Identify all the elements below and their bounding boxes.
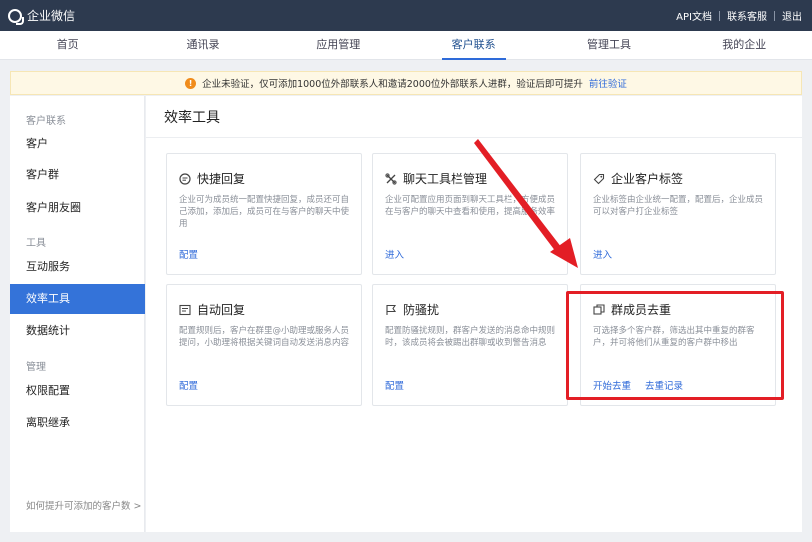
sidebar-item-efficiency-tools[interactable]: 效率工具 bbox=[10, 284, 145, 314]
card-description: 企业可为成员统一配置快捷回复，成员还可自己添加，添加后，成员可在与客户的聊天中使… bbox=[179, 195, 350, 229]
sidebar-group-tools: 工具 bbox=[26, 238, 46, 249]
sidebar-item-permissions[interactable]: 权限配置 bbox=[10, 376, 145, 406]
sidebar-item-resignation-inheritance[interactable]: 离职继承 bbox=[10, 408, 145, 438]
sidebar: 客户联系 客户 客户群 客户朋友圈 工具 互动服务 效率工具 数据统计 管理 权… bbox=[10, 96, 145, 532]
main-panel: 效率工具 快捷回复 企业可为成员统一配置快捷回复，成员还可自己添加，添加后，成员… bbox=[146, 96, 802, 532]
enter-button[interactable]: 进入 bbox=[385, 247, 404, 261]
flag-icon bbox=[386, 304, 397, 315]
card-title: 聊天工具栏管理 bbox=[403, 172, 488, 186]
card-title: 群成员去重 bbox=[611, 303, 672, 317]
nav-management-tools[interactable]: 管理工具 bbox=[541, 31, 676, 59]
top-bar: 企业微信 API文档 联系客服 退出 bbox=[0, 0, 812, 31]
divider bbox=[774, 10, 775, 21]
dedupe-history-button[interactable]: 去重记录 bbox=[645, 378, 683, 392]
sidebar-item-statistics[interactable]: 数据统计 bbox=[10, 316, 145, 346]
tag-icon bbox=[593, 173, 605, 184]
sidebar-item-customers[interactable]: 客户 bbox=[10, 129, 145, 159]
wework-logo-icon bbox=[8, 8, 24, 25]
divider bbox=[146, 137, 802, 138]
card-title: 自动回复 bbox=[197, 303, 246, 317]
divider bbox=[719, 10, 720, 21]
sidebar-group-management: 管理 bbox=[26, 362, 46, 373]
card-header: 企业客户标签 bbox=[593, 170, 683, 187]
card-title: 企业客户标签 bbox=[611, 172, 684, 186]
card-auto-reply: 自动回复 配置规则后，客户在群里@小助理或服务人员提问，小助理将根据关键词自动发… bbox=[166, 284, 362, 406]
brand[interactable]: 企业微信 bbox=[8, 7, 76, 25]
warning-icon: ! bbox=[185, 77, 197, 89]
brand-name: 企业微信 bbox=[27, 9, 76, 23]
notice-text: 企业未验证，仅可添加1000位外部联系人和邀请2000位外部联系人进群，验证后即… bbox=[202, 79, 583, 90]
tool-icon bbox=[385, 172, 397, 185]
card-description: 企业标签由企业统一配置，配置后，企业成员可以对客户打企业标签 bbox=[593, 195, 764, 217]
sidebar-group-customer-contact: 客户联系 bbox=[26, 116, 66, 127]
card-title: 快捷回复 bbox=[197, 172, 246, 186]
sidebar-item-customer-groups[interactable]: 客户群 bbox=[10, 160, 145, 190]
chat-bubble-icon bbox=[179, 172, 191, 185]
nav-customer-contact[interactable]: 客户联系 bbox=[406, 31, 541, 60]
configure-button[interactable]: 配置 bbox=[179, 247, 198, 261]
card-description: 企业可配置应用页面到聊天工具栏，方便成员在与客户的聊天中查看和使用，提高服务效率 bbox=[385, 195, 556, 217]
configure-button[interactable]: 配置 bbox=[385, 378, 404, 392]
card-description: 配置防骚扰规则，群客户发送的消息命中规则时，该成员将会被踢出群聊或收到警告消息 bbox=[385, 326, 556, 348]
card-header: 快捷回复 bbox=[179, 170, 245, 187]
sidebar-item-moments[interactable]: 客户朋友圈 bbox=[10, 193, 145, 223]
card-description: 可选择多个客户群，筛选出其中重复的群客户，并可将他们从重复的客户群中移出 bbox=[593, 326, 755, 348]
top-links: API文档 联系客服 退出 bbox=[676, 8, 802, 23]
page-title: 效率工具 bbox=[164, 110, 220, 126]
card-chat-toolbar: 聊天工具栏管理 企业可配置应用页面到聊天工具栏，方便成员在与客户的聊天中查看和使… bbox=[372, 153, 568, 275]
card-title: 防骚扰 bbox=[403, 303, 440, 317]
card-header: 防骚扰 bbox=[385, 301, 439, 318]
nav-my-company[interactable]: 我的企业 bbox=[677, 31, 812, 59]
card-group-member-dedupe: 群成员去重 可选择多个客户群，筛选出其中重复的群客户，并可将他们从重复的客户群中… bbox=[580, 284, 776, 406]
main-nav: 首页 通讯录 应用管理 客户联系 管理工具 我的企业 bbox=[0, 31, 812, 60]
contact-support-link[interactable]: 联系客服 bbox=[727, 8, 767, 23]
nav-apps[interactable]: 应用管理 bbox=[271, 31, 406, 59]
card-customer-tags: 企业客户标签 企业标签由企业统一配置，配置后，企业成员可以对客户打企业标签 进入 bbox=[580, 153, 776, 275]
auto-reply-icon bbox=[179, 304, 191, 315]
card-description: 配置规则后，客户在群里@小助理或服务人员提问，小助理将根据关键词自动发送消息内容 bbox=[179, 326, 350, 348]
configure-button[interactable]: 配置 bbox=[179, 378, 198, 392]
sidebar-item-interactive-service[interactable]: 互动服务 bbox=[10, 252, 145, 282]
logout-link[interactable]: 退出 bbox=[782, 8, 802, 23]
nav-contacts[interactable]: 通讯录 bbox=[135, 31, 270, 59]
api-docs-link[interactable]: API文档 bbox=[676, 8, 712, 23]
card-quick-reply: 快捷回复 企业可为成员统一配置快捷回复，成员还可自己添加，添加后，成员可在与客户… bbox=[166, 153, 362, 275]
dedupe-icon bbox=[593, 303, 605, 315]
sidebar-footer-link[interactable]: 如何提升可添加的客户数 > bbox=[26, 498, 141, 512]
start-dedupe-button[interactable]: 开始去重 bbox=[593, 378, 631, 392]
verify-link[interactable]: 前往验证 bbox=[589, 76, 627, 90]
enter-button[interactable]: 进入 bbox=[593, 247, 612, 261]
card-header: 群成员去重 bbox=[593, 301, 671, 318]
nav-home[interactable]: 首页 bbox=[0, 31, 135, 59]
card-anti-harassment: 防骚扰 配置防骚扰规则，群客户发送的消息命中规则时，该成员将会被踢出群聊或收到警… bbox=[372, 284, 568, 406]
card-header: 聊天工具栏管理 bbox=[385, 170, 487, 187]
card-header: 自动回复 bbox=[179, 301, 245, 318]
verification-notice: ! 企业未验证，仅可添加1000位外部联系人和邀请2000位外部联系人进群，验证… bbox=[10, 71, 802, 95]
